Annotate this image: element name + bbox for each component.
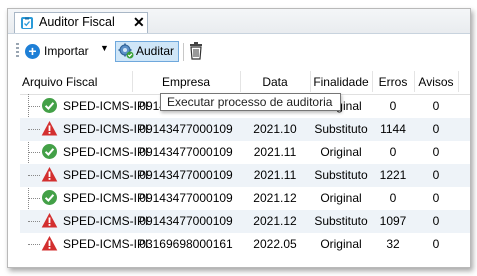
header-arquivo-fiscal[interactable]: Arquivo Fiscal bbox=[22, 75, 97, 89]
import-button[interactable]: + Importar ▼ bbox=[25, 41, 111, 63]
cell-avisos: 0 bbox=[432, 214, 440, 228]
cell-erros: 0 bbox=[389, 191, 397, 205]
header-empresa[interactable]: Empresa bbox=[132, 75, 240, 89]
cell-avisos: 0 bbox=[432, 122, 440, 136]
cell-data: 2021.12 bbox=[253, 214, 297, 228]
toolbar-separator bbox=[183, 43, 184, 61]
close-icon[interactable]: ✕ bbox=[133, 13, 145, 32]
cell-data: 2021.11 bbox=[253, 168, 297, 182]
cell-empresa: 09143477000109 bbox=[139, 122, 233, 136]
cell-finalidade: Substituto bbox=[314, 168, 368, 182]
cell-empresa: 09143477000109 bbox=[139, 168, 233, 182]
tree-branch bbox=[28, 175, 40, 176]
chevron-down-icon[interactable]: ▼ bbox=[100, 43, 109, 53]
cell-erros: 32 bbox=[386, 237, 400, 251]
tree-branch bbox=[28, 129, 40, 130]
table-row[interactable]: SPED-ICMS-IPI 09143477000109 2021.11 Origin… bbox=[20, 141, 470, 164]
cell-erros: 1097 bbox=[379, 214, 407, 228]
header-finalidade[interactable]: Finalidade bbox=[310, 75, 372, 89]
check-circle-icon bbox=[41, 189, 58, 206]
table-row[interactable]: SPED-ICMS-IPI 09143477000109 2021.12 Substi… bbox=[20, 210, 470, 233]
cell-avisos: 0 bbox=[432, 145, 440, 159]
audit-tooltip: Executar processo de auditoria bbox=[160, 93, 341, 111]
tree-branch bbox=[28, 198, 40, 199]
warning-triangle-icon bbox=[41, 166, 58, 183]
plus-circle-icon: + bbox=[25, 44, 40, 59]
cell-erros: 1221 bbox=[379, 168, 407, 182]
toolbar: + Importar ▼ Auditar bbox=[8, 34, 470, 68]
table-row[interactable]: SPED-ICMS-IPI 03169698000161 2022.05 Origin… bbox=[20, 233, 470, 256]
check-circle-icon bbox=[41, 143, 58, 160]
audit-label: Auditar bbox=[136, 44, 175, 58]
tree-branch bbox=[28, 106, 40, 107]
cell-finalidade: Original bbox=[320, 191, 362, 205]
import-label: Importar bbox=[44, 44, 89, 58]
cell-empresa: 09143477000109 bbox=[139, 145, 233, 159]
tree-branch bbox=[28, 221, 40, 222]
warning-triangle-icon bbox=[41, 235, 58, 252]
tab-title: Auditor Fiscal bbox=[39, 15, 115, 29]
delete-button[interactable] bbox=[188, 41, 204, 61]
cell-finalidade: Original bbox=[320, 145, 362, 159]
trash-icon bbox=[188, 42, 204, 64]
toolbar-grip[interactable] bbox=[16, 43, 19, 59]
cell-data: 2021.12 bbox=[253, 191, 297, 205]
cell-erros: 0 bbox=[389, 145, 397, 159]
header-erros[interactable]: Erros bbox=[372, 75, 414, 89]
cell-finalidade: Substituto bbox=[314, 122, 368, 136]
cell-avisos: 0 bbox=[432, 237, 440, 251]
table-row[interactable]: SPED-ICMS-IPI 09143477000109 2021.11 Substi… bbox=[20, 164, 470, 187]
tab-strip: Auditor Fiscal ✕ bbox=[8, 9, 470, 34]
table-row[interactable]: SPED-ICMS-IPI 09143477000109 2021.10 Substi… bbox=[20, 118, 470, 141]
warning-triangle-icon bbox=[41, 120, 58, 137]
tree-branch bbox=[28, 152, 40, 153]
cell-erros: 1144 bbox=[380, 122, 406, 136]
clipboard-icon bbox=[20, 16, 34, 30]
check-circle-icon bbox=[41, 97, 58, 114]
header-data[interactable]: Data bbox=[240, 75, 310, 89]
tree-branch bbox=[28, 244, 40, 245]
gear-check-icon bbox=[118, 43, 134, 59]
warning-triangle-icon bbox=[41, 212, 58, 229]
cell-avisos: 0 bbox=[432, 99, 440, 113]
cell-avisos: 0 bbox=[432, 168, 440, 182]
table-row[interactable]: SPED-ICMS-IPI 09143477000109 2021.12 Origin… bbox=[20, 187, 470, 210]
header-avisos[interactable]: Avisos bbox=[414, 75, 458, 89]
cell-finalidade: Original bbox=[320, 237, 362, 251]
tab-auditor-fiscal[interactable]: Auditor Fiscal ✕ bbox=[14, 12, 148, 33]
cell-data: 2021.10 bbox=[253, 122, 297, 136]
auditor-window: Auditor Fiscal ✕ + Importar ▼ Auditar Ar… bbox=[7, 8, 471, 268]
cell-empresa: 09143477000109 bbox=[139, 214, 233, 228]
cell-empresa: 09143477000109 bbox=[139, 191, 233, 205]
header-divider bbox=[458, 71, 459, 92]
cell-finalidade: Substituto bbox=[314, 214, 368, 228]
cell-data: 2021.11 bbox=[253, 145, 297, 159]
audit-button[interactable]: Auditar bbox=[115, 41, 179, 62]
grid-header: Arquivo Fiscal Empresa Data Finalidade E… bbox=[20, 69, 470, 95]
cell-data: 2022.05 bbox=[253, 237, 297, 251]
cell-empresa: 03169698000161 bbox=[139, 237, 233, 251]
cell-erros: 0 bbox=[389, 99, 397, 113]
cell-avisos: 0 bbox=[432, 191, 440, 205]
